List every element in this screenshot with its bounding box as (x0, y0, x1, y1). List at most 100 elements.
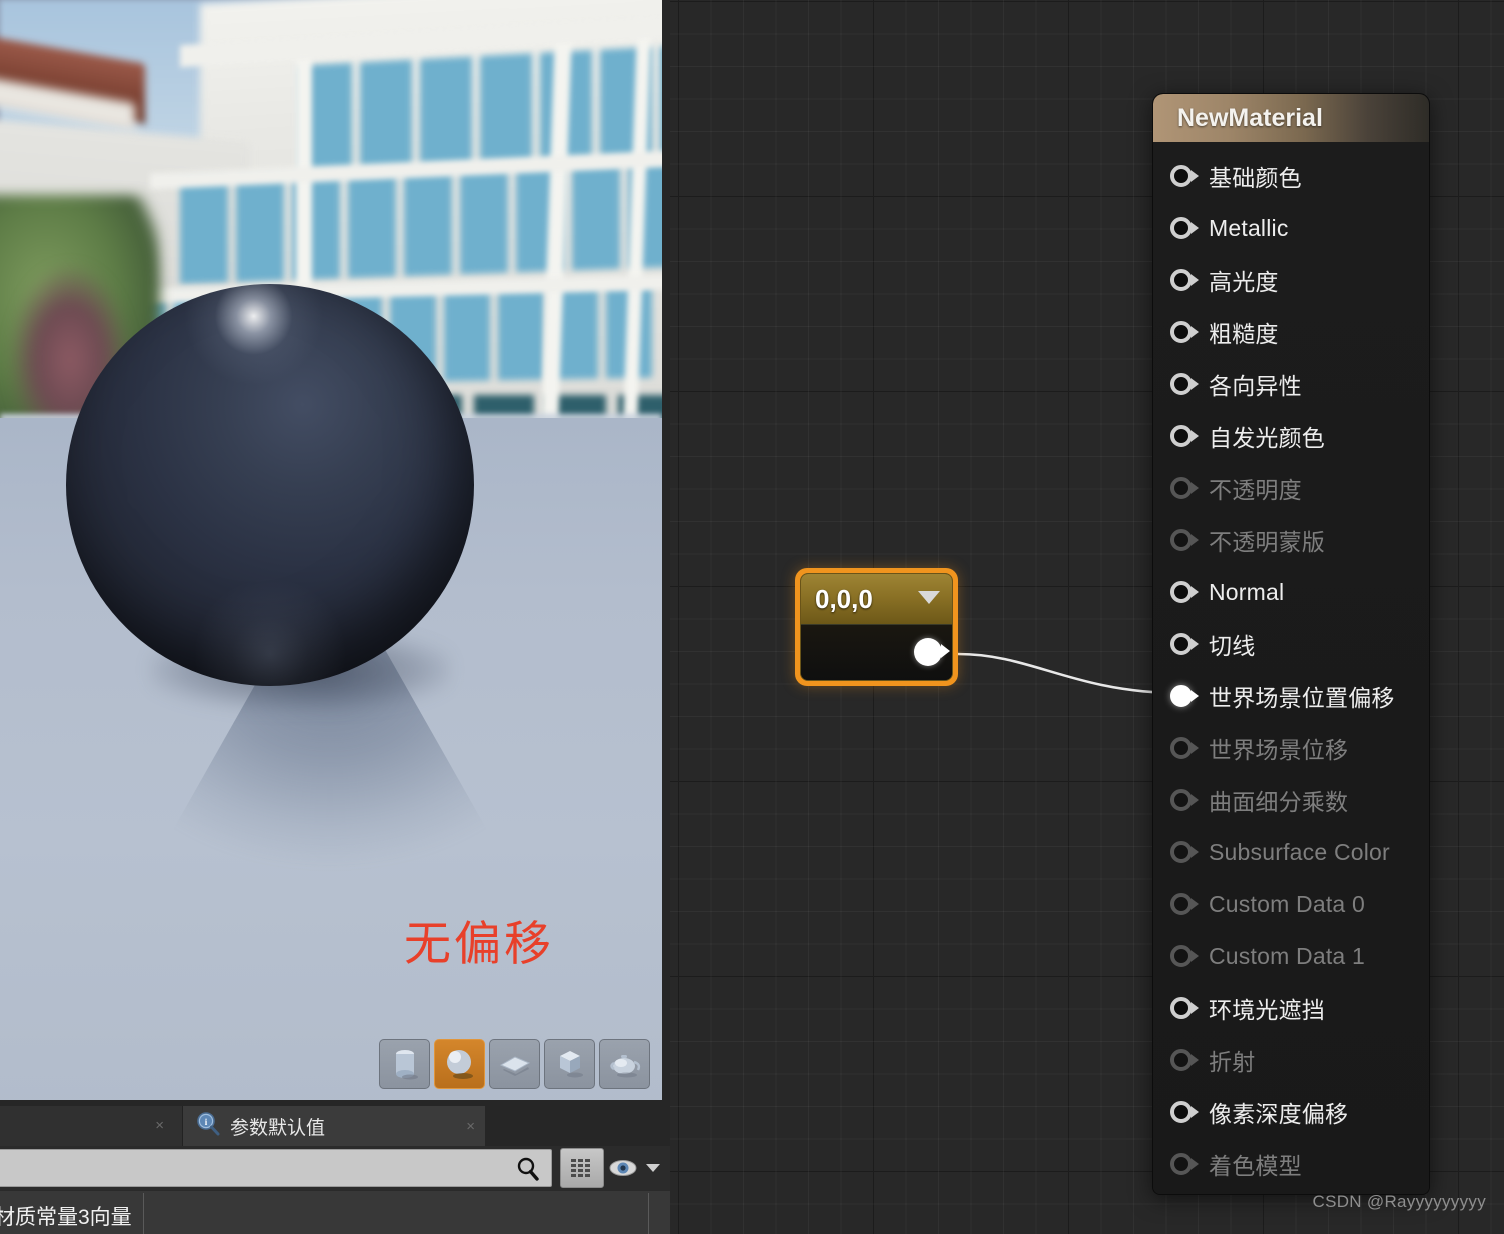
search-input[interactable] (7, 1158, 541, 1178)
pin-ring-icon (1170, 893, 1192, 915)
visibility-button[interactable] (604, 1148, 642, 1188)
pin-arrow-icon (1191, 638, 1199, 650)
material-pin-row[interactable]: 各向异性 (1153, 358, 1429, 410)
material-pin-label: 像素深度偏移 (1209, 1101, 1349, 1127)
material-pin-row[interactable]: Subsurface Color (1153, 826, 1429, 878)
pin-arrow-icon (1191, 794, 1199, 806)
visibility-dropdown-caret[interactable] (642, 1148, 664, 1188)
material-pin-row[interactable]: Custom Data 0 (1153, 878, 1429, 930)
preview-shape-cube-button[interactable] (544, 1039, 595, 1089)
material-pin-icon[interactable] (1170, 1153, 1200, 1175)
material-output-node[interactable]: NewMaterial 基础颜色 Metallic 高光度 粗糙度 各向异性 自发光颜色不… (1152, 93, 1430, 1195)
material-preview-viewport[interactable]: 无偏移 (0, 0, 662, 1100)
material-pin-icon[interactable] (1170, 789, 1200, 811)
material-pin-row[interactable]: Custom Data 1 (1153, 930, 1429, 982)
material-pin-icon[interactable] (1170, 529, 1200, 551)
chevron-down-icon[interactable] (916, 589, 942, 610)
pin-ring-icon (1170, 1153, 1192, 1175)
material-pin-row[interactable]: 世界场景位置偏移 (1153, 670, 1429, 722)
material-pin-icon[interactable] (1170, 893, 1200, 915)
material-editor-window: 无偏移 × i 参数默认值 × 材质常量3向量 0,0,0 NewMateria… (0, 0, 1504, 1234)
constant3vector-node[interactable]: 0,0,0 (795, 568, 958, 686)
pin-ring-icon (1170, 165, 1192, 187)
material-pin-row[interactable]: 粗糙度 (1153, 306, 1429, 358)
material-pin-icon[interactable] (1170, 1049, 1200, 1071)
material-pin-row[interactable]: 环境光遮挡 (1153, 982, 1429, 1034)
material-pin-row[interactable]: 曲面细分乘数 (1153, 774, 1429, 826)
preview-shape-sphere-button[interactable] (434, 1039, 485, 1089)
preview-shape-cylinder-button[interactable] (379, 1039, 430, 1089)
tab-parameter-defaults[interactable]: i 参数默认值 × (183, 1106, 485, 1146)
material-pin-row[interactable]: 切线 (1153, 618, 1429, 670)
preview-shape-teapot-button[interactable] (599, 1039, 650, 1089)
material-pin-icon[interactable] (1170, 1101, 1200, 1123)
pin-ring-icon (1170, 1101, 1192, 1123)
material-pin-icon[interactable] (1170, 373, 1200, 395)
pin-ring-icon (1170, 945, 1192, 967)
material-pin-row[interactable]: 高光度 (1153, 254, 1429, 306)
material-pin-icon[interactable] (1170, 581, 1200, 603)
material-graph-canvas[interactable]: 0,0,0 NewMaterial 基础颜色Metallic高光度粗糙度各 (670, 0, 1504, 1234)
pin-arrow-icon (1191, 482, 1199, 494)
grid-view-button[interactable] (560, 1148, 604, 1188)
material-pin-label: 不透明蒙版 (1209, 529, 1325, 555)
pin-ring-icon (1170, 633, 1192, 655)
preview-shape-plane-button[interactable] (489, 1039, 540, 1089)
material-pin-icon[interactable] (1170, 217, 1200, 239)
material-pin-row[interactable]: 折射 (1153, 1034, 1429, 1086)
material-pin-row[interactable]: 不透明蒙版 (1153, 514, 1429, 566)
material-node-title: NewMaterial (1177, 103, 1323, 132)
material-pin-row[interactable]: 世界场景位移 (1153, 722, 1429, 774)
pin-arrow-icon (1191, 846, 1199, 858)
details-panel: × i 参数默认值 × 材质常量3向量 (0, 1106, 670, 1234)
material-pin-icon[interactable] (1170, 685, 1200, 707)
tab-inactive-close-icon[interactable]: × (155, 1117, 164, 1134)
material-pin-icon[interactable] (1170, 997, 1200, 1019)
pin-arrow-icon (1191, 1158, 1199, 1170)
pin-ring-icon (1170, 737, 1192, 759)
pin-arrow-icon (1191, 1106, 1199, 1118)
material-pin-label: Custom Data 1 (1209, 942, 1365, 969)
material-pin-label: 环境光遮挡 (1209, 997, 1325, 1023)
material-pin-row[interactable]: 不透明度 (1153, 462, 1429, 514)
tab-close-icon[interactable]: × (466, 1118, 475, 1135)
pin-ring-icon (1170, 789, 1192, 811)
material-pin-icon[interactable] (1170, 269, 1200, 291)
preview-sphere-rimlight (66, 284, 474, 686)
detail-column-divider[interactable] (143, 1193, 144, 1234)
material-pin-icon[interactable] (1170, 841, 1200, 863)
preview-shape-toolbar[interactable] (379, 1038, 654, 1090)
material-pin-icon[interactable] (1170, 945, 1200, 967)
material-pin-icon[interactable] (1170, 321, 1200, 343)
material-pin-label: 世界场景位置偏移 (1209, 685, 1395, 711)
detail-row: 材质常量3向量 (0, 1190, 670, 1234)
material-pin-icon[interactable] (1170, 477, 1200, 499)
material-node-header[interactable]: NewMaterial (1153, 94, 1429, 142)
constant3vector-header[interactable]: 0,0,0 (801, 574, 952, 625)
pin-ring-icon (1170, 997, 1192, 1019)
info-search-icon: i (195, 1111, 221, 1142)
material-pin-row[interactable]: Normal (1153, 566, 1429, 618)
material-pin-row[interactable]: 自发光颜色 (1153, 410, 1429, 462)
detail-scroll-divider (648, 1193, 649, 1234)
tab-inactive[interactable]: × (0, 1106, 183, 1146)
search-box[interactable] (0, 1149, 552, 1187)
pin-ring-icon (1170, 581, 1192, 603)
pin-arrow-icon (1191, 898, 1199, 910)
material-pin-row[interactable]: 像素深度偏移 (1153, 1086, 1429, 1138)
material-pin-icon[interactable] (1170, 633, 1200, 655)
pin-arrow-icon (1191, 430, 1199, 442)
pin-arrow-icon (1191, 534, 1199, 546)
material-pin-row[interactable]: Metallic (1153, 202, 1429, 254)
material-pin-icon[interactable] (1170, 737, 1200, 759)
material-pin-row[interactable]: 着色模型 (1153, 1138, 1429, 1190)
pin-ring-icon (1170, 425, 1192, 447)
material-pin-icon[interactable] (1170, 425, 1200, 447)
material-pin-label: 高光度 (1209, 269, 1279, 295)
material-pin-row[interactable]: 基础颜色 (1153, 150, 1429, 202)
constant3vector-output-pin[interactable] (914, 638, 942, 666)
pin-ring-icon (1170, 685, 1192, 707)
tab-label: 参数默认值 (230, 1117, 326, 1139)
material-pin-label: 粗糙度 (1209, 321, 1279, 347)
material-pin-icon[interactable] (1170, 165, 1200, 187)
